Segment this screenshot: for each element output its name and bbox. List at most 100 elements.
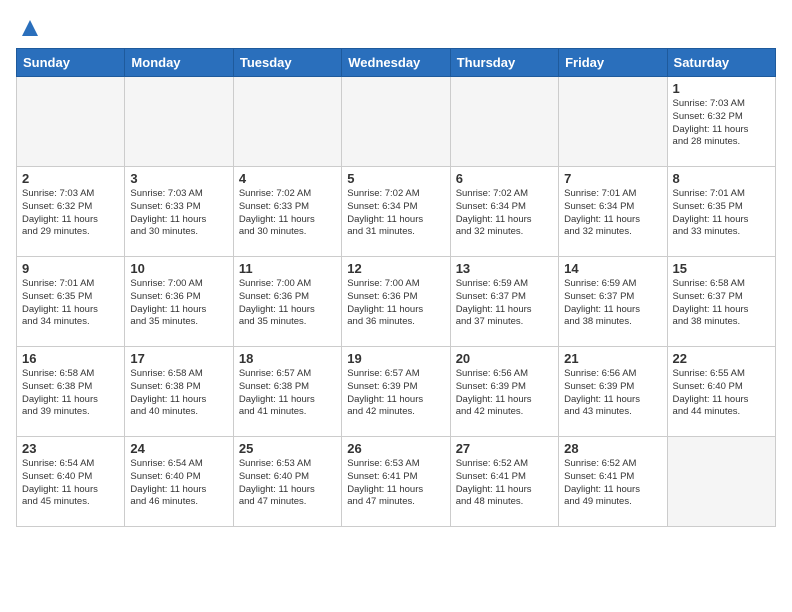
calendar-cell: 5 Sunrise: 7:02 AM Sunset: 6:34 PM Daylig… <box>342 167 450 257</box>
page-header <box>16 16 776 40</box>
calendar-cell: 11 Sunrise: 7:00 AM Sunset: 6:36 PM Dayli… <box>233 257 341 347</box>
day-info: Sunrise: 6:55 AM Sunset: 6:40 PM Dayligh… <box>673 368 770 419</box>
day-info: Sunrise: 6:53 AM Sunset: 6:40 PM Dayligh… <box>239 458 336 509</box>
day-number: 4 <box>239 171 336 186</box>
col-header-friday: Friday <box>559 49 667 77</box>
day-info: Sunrise: 7:01 AM Sunset: 6:35 PM Dayligh… <box>22 278 119 329</box>
calendar-cell: 12 Sunrise: 7:00 AM Sunset: 6:36 PM Dayli… <box>342 257 450 347</box>
calendar-cell: 14Sunrise: 6:59 AM Sunset: 6:37 PM Dayli… <box>559 257 667 347</box>
calendar-week-row: 9 Sunrise: 7:01 AM Sunset: 6:35 PM Daylig… <box>17 257 776 347</box>
calendar-cell: 21 Sunrise: 6:56 AM Sunset: 6:39 PM Dayli… <box>559 347 667 437</box>
day-number: 1 <box>673 81 770 96</box>
day-info: Sunrise: 7:02 AM Sunset: 6:34 PM Dayligh… <box>347 188 444 239</box>
col-header-monday: Monday <box>125 49 233 77</box>
day-number: 21 <box>564 351 661 366</box>
day-number: 26 <box>347 441 444 456</box>
day-info: Sunrise: 6:52 AM Sunset: 6:41 PM Dayligh… <box>564 458 661 509</box>
calendar-cell: 13 Sunrise: 6:59 AM Sunset: 6:37 PM Dayli… <box>450 257 558 347</box>
calendar-cell: 3 Sunrise: 7:03 AM Sunset: 6:33 PM Daylig… <box>125 167 233 257</box>
day-number: 3 <box>130 171 227 186</box>
calendar-cell <box>559 77 667 167</box>
day-info: Sunrise: 7:01 AM Sunset: 6:35 PM Dayligh… <box>673 188 770 239</box>
calendar-week-row: 2 Sunrise: 7:03 AM Sunset: 6:32 PM Daylig… <box>17 167 776 257</box>
calendar-cell <box>17 77 125 167</box>
calendar-cell: 22 Sunrise: 6:55 AM Sunset: 6:40 PM Dayli… <box>667 347 775 437</box>
day-number: 20 <box>456 351 553 366</box>
day-info: Sunrise: 6:57 AM Sunset: 6:39 PM Dayligh… <box>347 368 444 419</box>
calendar-week-row: 1 Sunrise: 7:03 AM Sunset: 6:32 PM Daylig… <box>17 77 776 167</box>
day-number: 12 <box>347 261 444 276</box>
calendar-cell: 8 Sunrise: 7:01 AM Sunset: 6:35 PM Daylig… <box>667 167 775 257</box>
day-number: 8 <box>673 171 770 186</box>
day-info: Sunrise: 6:58 AM Sunset: 6:38 PM Dayligh… <box>22 368 119 419</box>
day-info: Sunrise: 6:52 AM Sunset: 6:41 PM Dayligh… <box>456 458 553 509</box>
day-number: 25 <box>239 441 336 456</box>
calendar-cell: 10 Sunrise: 7:00 AM Sunset: 6:36 PM Dayli… <box>125 257 233 347</box>
day-info: Sunrise: 6:59 AM Sunset: 6:37 PM Dayligh… <box>456 278 553 329</box>
calendar-cell: 2 Sunrise: 7:03 AM Sunset: 6:32 PM Daylig… <box>17 167 125 257</box>
calendar-cell: 25 Sunrise: 6:53 AM Sunset: 6:40 PM Dayli… <box>233 437 341 527</box>
day-info: Sunrise: 7:03 AM Sunset: 6:32 PM Dayligh… <box>22 188 119 239</box>
day-info: Sunrise: 7:02 AM Sunset: 6:33 PM Dayligh… <box>239 188 336 239</box>
day-number: 22 <box>673 351 770 366</box>
calendar-cell: 26 Sunrise: 6:53 AM Sunset: 6:41 PM Dayli… <box>342 437 450 527</box>
day-info: Sunrise: 7:03 AM Sunset: 6:32 PM Dayligh… <box>673 98 770 149</box>
calendar-cell: 18Sunrise: 6:57 AM Sunset: 6:38 PM Dayli… <box>233 347 341 437</box>
calendar-cell: 16 Sunrise: 6:58 AM Sunset: 6:38 PM Dayli… <box>17 347 125 437</box>
calendar-cell: 24 Sunrise: 6:54 AM Sunset: 6:40 PM Dayli… <box>125 437 233 527</box>
day-info: Sunrise: 7:03 AM Sunset: 6:33 PM Dayligh… <box>130 188 227 239</box>
calendar-cell <box>450 77 558 167</box>
calendar-week-row: 16 Sunrise: 6:58 AM Sunset: 6:38 PM Dayli… <box>17 347 776 437</box>
calendar-cell: 23 Sunrise: 6:54 AM Sunset: 6:40 PM Dayli… <box>17 437 125 527</box>
calendar-cell <box>233 77 341 167</box>
calendar-cell: 28 Sunrise: 6:52 AM Sunset: 6:41 PM Dayli… <box>559 437 667 527</box>
day-number: 15 <box>673 261 770 276</box>
day-info: Sunrise: 6:54 AM Sunset: 6:40 PM Dayligh… <box>22 458 119 509</box>
calendar-cell: 7 Sunrise: 7:01 AM Sunset: 6:34 PM Daylig… <box>559 167 667 257</box>
day-info: Sunrise: 6:53 AM Sunset: 6:41 PM Dayligh… <box>347 458 444 509</box>
col-header-tuesday: Tuesday <box>233 49 341 77</box>
calendar-header-row: SundayMondayTuesdayWednesdayThursdayFrid… <box>17 49 776 77</box>
day-info: Sunrise: 6:54 AM Sunset: 6:40 PM Dayligh… <box>130 458 227 509</box>
day-number: 5 <box>347 171 444 186</box>
calendar-cell <box>342 77 450 167</box>
day-number: 17 <box>130 351 227 366</box>
day-info: Sunrise: 7:00 AM Sunset: 6:36 PM Dayligh… <box>347 278 444 329</box>
calendar-cell: 17Sunrise: 6:58 AM Sunset: 6:38 PM Dayli… <box>125 347 233 437</box>
day-number: 13 <box>456 261 553 276</box>
day-number: 16 <box>22 351 119 366</box>
day-number: 18 <box>239 351 336 366</box>
calendar-cell: 15 Sunrise: 6:58 AM Sunset: 6:37 PM Dayli… <box>667 257 775 347</box>
day-info: Sunrise: 7:00 AM Sunset: 6:36 PM Dayligh… <box>130 278 227 329</box>
day-number: 10 <box>130 261 227 276</box>
day-number: 27 <box>456 441 553 456</box>
calendar-week-row: 23 Sunrise: 6:54 AM Sunset: 6:40 PM Dayli… <box>17 437 776 527</box>
day-number: 9 <box>22 261 119 276</box>
calendar-cell <box>667 437 775 527</box>
day-number: 28 <box>564 441 661 456</box>
calendar-cell: 1 Sunrise: 7:03 AM Sunset: 6:32 PM Daylig… <box>667 77 775 167</box>
day-info: Sunrise: 6:56 AM Sunset: 6:39 PM Dayligh… <box>456 368 553 419</box>
calendar-cell: 19 Sunrise: 6:57 AM Sunset: 6:39 PM Dayli… <box>342 347 450 437</box>
day-number: 19 <box>347 351 444 366</box>
col-header-thursday: Thursday <box>450 49 558 77</box>
calendar-cell: 6 Sunrise: 7:02 AM Sunset: 6:34 PM Daylig… <box>450 167 558 257</box>
day-number: 11 <box>239 261 336 276</box>
day-info: Sunrise: 7:01 AM Sunset: 6:34 PM Dayligh… <box>564 188 661 239</box>
day-number: 2 <box>22 171 119 186</box>
col-header-sunday: Sunday <box>17 49 125 77</box>
calendar-table: SundayMondayTuesdayWednesdayThursdayFrid… <box>16 48 776 527</box>
day-info: Sunrise: 7:00 AM Sunset: 6:36 PM Dayligh… <box>239 278 336 329</box>
day-number: 24 <box>130 441 227 456</box>
day-number: 14 <box>564 261 661 276</box>
logo-icon <box>18 16 42 40</box>
calendar-cell: 20 Sunrise: 6:56 AM Sunset: 6:39 PM Dayli… <box>450 347 558 437</box>
day-number: 6 <box>456 171 553 186</box>
day-info: Sunrise: 6:58 AM Sunset: 6:37 PM Dayligh… <box>673 278 770 329</box>
calendar-cell: 4 Sunrise: 7:02 AM Sunset: 6:33 PM Daylig… <box>233 167 341 257</box>
day-number: 7 <box>564 171 661 186</box>
calendar-cell: 27 Sunrise: 6:52 AM Sunset: 6:41 PM Dayli… <box>450 437 558 527</box>
day-info: Sunrise: 6:56 AM Sunset: 6:39 PM Dayligh… <box>564 368 661 419</box>
day-number: 23 <box>22 441 119 456</box>
day-info: Sunrise: 7:02 AM Sunset: 6:34 PM Dayligh… <box>456 188 553 239</box>
